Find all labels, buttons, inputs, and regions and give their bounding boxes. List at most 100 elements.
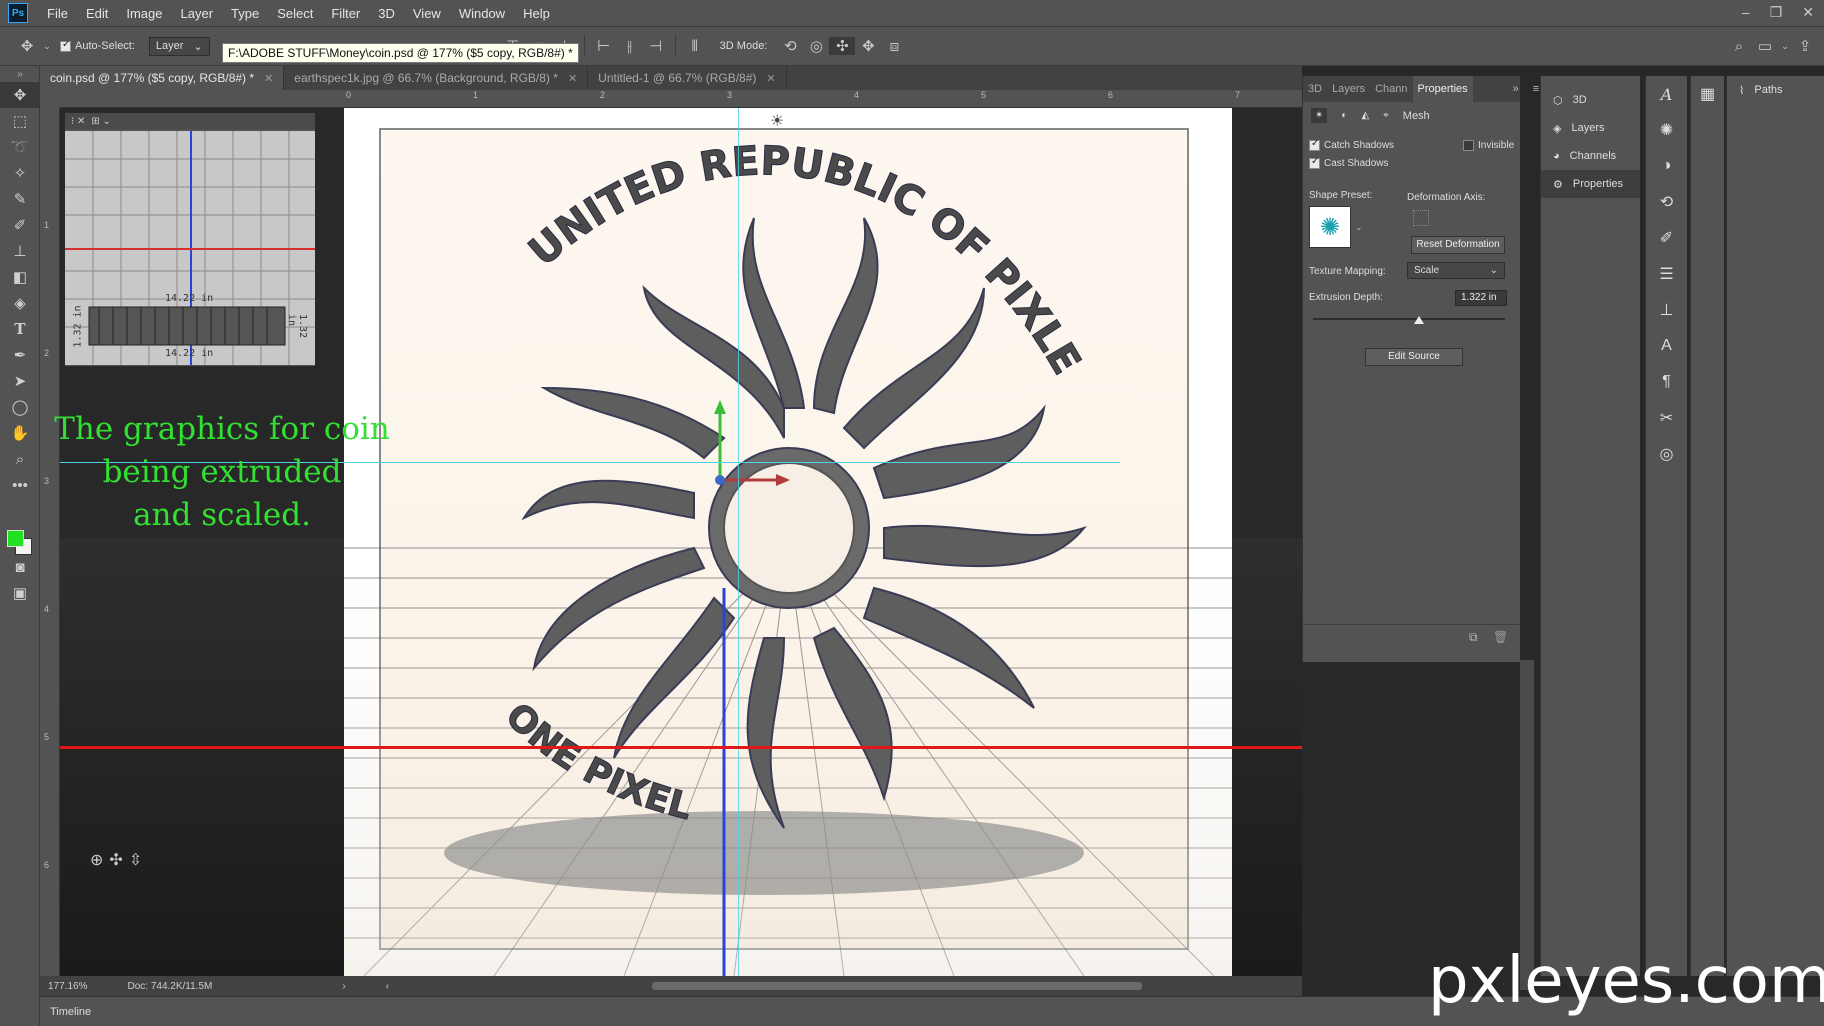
pen-tool-icon[interactable]: ✒ [0, 342, 40, 368]
character-icon[interactable]: A [1646, 76, 1687, 112]
move-tool-icon[interactable]: ✥ [14, 37, 40, 55]
tab-3d[interactable]: 3D [1303, 76, 1327, 102]
texture-mapping-dropdown[interactable]: Scale ⌄ [1407, 262, 1505, 279]
auto-select-checkbox[interactable]: Auto-Select: [60, 39, 135, 52]
extrusion-depth-input[interactable]: 1.322 in [1455, 290, 1507, 306]
move-tool-icon[interactable]: ✥ [0, 82, 40, 108]
restore-icon[interactable]: ❐ [1770, 4, 1783, 21]
tab-channels[interactable]: Chann [1370, 76, 1412, 102]
orbit-3d-icon[interactable]: ⟲ [777, 37, 803, 55]
scale-3d-icon[interactable]: ⧈ [881, 38, 907, 55]
menu-filter[interactable]: Filter [322, 6, 369, 21]
character-styles-icon[interactable]: A [1646, 328, 1687, 364]
3d-scene-icon[interactable]: ✺ [1646, 112, 1687, 148]
horizontal-scrollbar[interactable] [652, 982, 1142, 990]
timeline-tab[interactable]: Timeline [50, 1006, 91, 1018]
roll-3d-icon[interactable]: ◎ [803, 37, 829, 55]
extrusion-depth-slider[interactable] [1313, 316, 1505, 324]
libraries-icon[interactable]: ◎ [1646, 436, 1687, 472]
shape-preset-thumbnail[interactable]: ✺ [1309, 206, 1351, 248]
close-icon[interactable]: ⁝ ✕ [71, 116, 85, 127]
foreground-color-swatch[interactable] [7, 530, 24, 547]
eyedropper-icon[interactable]: ✎ [0, 186, 40, 212]
edit-source-button[interactable]: Edit Source [1365, 348, 1463, 366]
deformation-axis-widget[interactable] [1413, 210, 1429, 226]
checkbox-icon[interactable] [1309, 156, 1320, 169]
close-icon[interactable]: ✕ [568, 72, 577, 85]
invisible-checkbox[interactable]: Invisible [1463, 140, 1514, 151]
drag-3d-icon[interactable]: ✣ [829, 37, 856, 55]
menu-help[interactable]: Help [514, 6, 559, 21]
dock-item-paths[interactable]: ⌇ Paths [1727, 76, 1824, 104]
menu-window[interactable]: Window [450, 6, 514, 21]
reset-deformation-button[interactable]: Reset Deformation [1411, 236, 1505, 254]
menu-select[interactable]: Select [268, 6, 322, 21]
workspace-icon[interactable]: ▭ [1752, 37, 1778, 55]
brush-presets-icon[interactable]: ☰ [1646, 256, 1687, 292]
coordinates-icon[interactable]: ⌖ [1383, 110, 1389, 121]
cap-icon[interactable]: ◭ [1361, 110, 1369, 121]
vertical-ruler[interactable]: 1 2 3 4 5 6 [40, 108, 60, 986]
tab-layers[interactable]: Layers [1327, 76, 1370, 102]
chevron-down-icon[interactable]: ⌄ [1355, 222, 1363, 233]
close-icon[interactable]: ✕ [1802, 4, 1814, 21]
stamp-tool-icon[interactable]: ⊥ [0, 238, 40, 264]
brush-tool-icon[interactable]: ✐ [0, 212, 40, 238]
marquee-tool-icon[interactable]: ⬚ [0, 108, 40, 134]
chevron-left-icon[interactable]: ‹ [386, 981, 389, 992]
tab-properties[interactable]: Properties [1412, 76, 1473, 102]
vertical-scrollbar[interactable] [1520, 660, 1534, 990]
table-icon[interactable]: ▦ [1691, 76, 1724, 112]
adjustments-icon[interactable]: ◑ [1646, 148, 1687, 184]
menu-edit[interactable]: Edit [77, 6, 117, 21]
collapse-icon[interactable]: » [0, 66, 40, 82]
tool-presets-icon[interactable]: ✂ [1646, 400, 1687, 436]
cast-shadows-checkbox[interactable]: Cast Shadows [1309, 156, 1388, 169]
cyan-guide-vertical[interactable] [738, 108, 739, 986]
dock-item-channels[interactable]: ◕ Channels [1541, 142, 1640, 170]
align-center-icon[interactable]: ⫲ [617, 38, 643, 55]
ellipse-tool-icon[interactable]: ◯ [0, 394, 40, 420]
history-icon[interactable]: ⟲ [1646, 184, 1687, 220]
secondary-view-panel[interactable]: ⁝ ✕ ⊞ ⌄ 14.22 in 14.22 in 1.32 in 1.32 i… [64, 112, 316, 367]
eraser-tool-icon[interactable]: ◧ [0, 264, 40, 290]
close-icon[interactable]: ✕ [264, 72, 273, 85]
slide-3d-icon[interactable]: ✥ [855, 37, 881, 55]
dock-item-3d[interactable]: ⬡ 3D [1541, 86, 1640, 114]
menu-file[interactable]: File [38, 6, 77, 21]
chevron-right-icon[interactable]: › [342, 981, 345, 992]
screen-mode-icon[interactable]: ▣ [0, 580, 40, 606]
magic-wand-icon[interactable]: ✧ [0, 160, 40, 186]
dock-item-layers[interactable]: ◈ Layers [1541, 114, 1640, 142]
3d-axis-widget[interactable]: ⊕ ✣ ⇳ [90, 850, 142, 870]
zoom-tool-icon[interactable]: ⌕ [0, 446, 40, 472]
type-tool-icon[interactable]: T [0, 316, 40, 342]
tab-untitled-1[interactable]: Untitled-1 @ 66.7% (RGB/8#) ✕ [588, 66, 787, 90]
tab-coin-psd[interactable]: coin.psd @ 177% ($5 copy, RGB/8#) * ✕ [40, 66, 285, 90]
mesh-icon[interactable]: ✴ [1311, 108, 1328, 123]
deform-icon[interactable]: ◐ [1341, 110, 1347, 121]
checkbox-icon[interactable] [60, 39, 71, 52]
view-menu-icon[interactable]: ⊞ ⌄ [91, 116, 111, 127]
red-guide-horizontal[interactable] [60, 746, 1302, 749]
checkbox-icon[interactable] [1463, 140, 1474, 151]
minimize-icon[interactable]: – [1742, 4, 1750, 21]
horizontal-ruler[interactable]: 0 1 2 3 4 5 6 7 [60, 90, 1302, 108]
dock-item-properties[interactable]: ⚙ Properties [1541, 170, 1640, 198]
pan-icon[interactable]: ✣ [109, 850, 122, 870]
dolly-icon[interactable]: ⇳ [129, 850, 142, 870]
checkbox-icon[interactable] [1309, 138, 1320, 151]
quick-mask-icon[interactable]: ◙ [0, 554, 40, 580]
paragraph-icon[interactable]: ¶ [1646, 364, 1687, 400]
panel-menu-icon[interactable]: ≡ [1533, 83, 1539, 95]
share-icon[interactable]: ⇪ [1792, 37, 1818, 55]
light-icon[interactable]: ☀ [770, 113, 784, 130]
menu-3d[interactable]: 3D [369, 6, 404, 21]
document-canvas[interactable]: UNITED REPUBLIC OF PIXLEYES ONE PIXEL ☀ [344, 108, 1232, 976]
menu-view[interactable]: View [404, 6, 450, 21]
distribute-icon[interactable]: ⦀ [682, 38, 708, 55]
close-icon[interactable]: ✕ [766, 72, 775, 85]
slider-thumb[interactable] [1413, 316, 1424, 324]
coin-3d-render[interactable]: UNITED REPUBLIC OF PIXLEYES ONE PIXEL ☀ [344, 108, 1232, 976]
menu-layer[interactable]: Layer [172, 6, 223, 21]
